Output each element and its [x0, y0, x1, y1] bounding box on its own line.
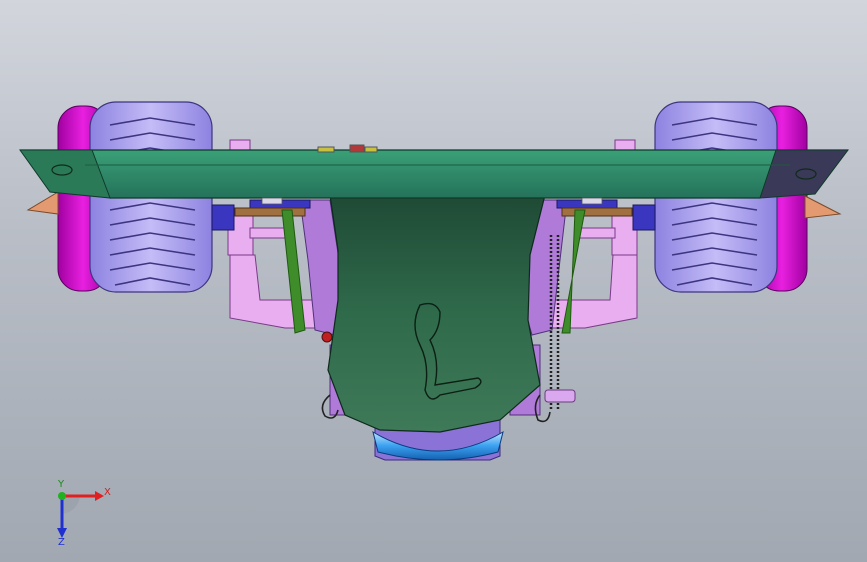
coordinate-triad: X Y Z: [40, 480, 120, 550]
main-body: [327, 194, 546, 433]
red-marker: [321, 331, 333, 343]
x-axis-label: X: [104, 487, 111, 498]
model-view[interactable]: [0, 0, 867, 562]
z-axis-label: Z: [58, 537, 65, 548]
axle-pin: [544, 389, 576, 403]
y-axis-label: Y: [58, 479, 65, 490]
rear-wing: [19, 144, 849, 199]
graphics-viewport[interactable]: X Y Z: [0, 0, 867, 562]
